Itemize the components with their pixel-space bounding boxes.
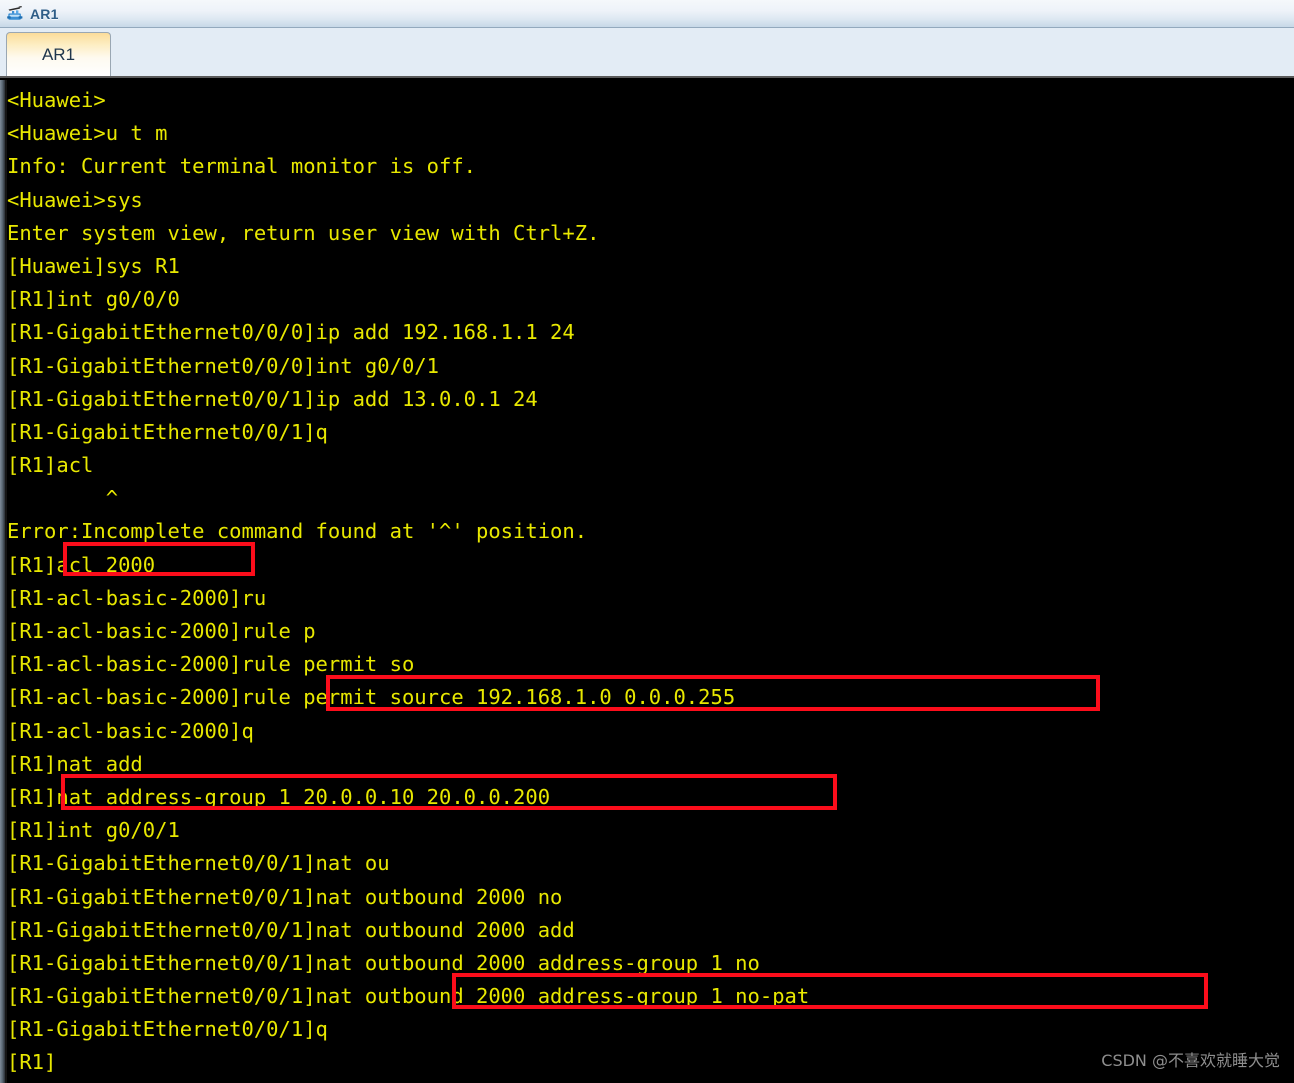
terminal-line: [R1-acl-basic-2000]ru xyxy=(7,585,267,610)
terminal-line: [R1-GigabitEthernet0/0/1]q xyxy=(7,419,328,444)
terminal-line: [R1]acl xyxy=(7,453,94,478)
window-title: AR1 xyxy=(30,5,59,22)
tab-strip: AR1 xyxy=(0,28,1294,78)
terminal-line: <Huawei>sys xyxy=(7,187,143,212)
terminal-line: [R1-GigabitEthernet0/0/1]nat ou xyxy=(7,851,390,876)
terminal-line: [Huawei]sys R1 xyxy=(7,253,180,278)
terminal-line: [R1]int g0/0/0 xyxy=(7,287,180,312)
terminal-panel[interactable]: <Huawei> <Huawei>u t m Info: Current termi… xyxy=(0,80,1294,1083)
tab-ar1[interactable]: AR1 xyxy=(6,32,111,76)
terminal-line: [R1-GigabitEthernet0/0/1]nat outbound 20… xyxy=(7,917,575,942)
terminal-line: [R1-acl-basic-2000]rule p xyxy=(7,619,316,643)
terminal-line: [R1-acl-basic-2000]rule permit source 19… xyxy=(7,685,736,710)
terminal-line: [R1-acl-basic-2000]rule permit so xyxy=(7,652,415,677)
terminal-line: [R1]acl 2000 xyxy=(7,552,156,577)
terminal-output: <Huawei> <Huawei>u t m Info: Current termi… xyxy=(7,84,1294,1080)
watermark-text: CSDN @不喜欢就睡大觉 xyxy=(1101,1051,1280,1070)
terminal-line: <Huawei> xyxy=(7,88,106,112)
terminal-line: Enter system view, return user view with… xyxy=(7,220,600,245)
terminal-line: [R1-GigabitEthernet0/0/1]nat outbound 20… xyxy=(7,950,760,975)
ensp-console-window: AR1 AR1 <Huawei> <Huawei>u t m Info: Curre… xyxy=(0,0,1294,1083)
terminal-line: [R1]nat add xyxy=(7,751,143,776)
terminal-line: [R1-GigabitEthernet0/0/1]q xyxy=(7,1017,328,1042)
terminal-line: [R1-acl-basic-2000]q xyxy=(7,718,254,743)
terminal-line: [R1-GigabitEthernet0/0/0]int g0/0/1 xyxy=(7,353,439,378)
terminal-line: [R1-GigabitEthernet0/0/1]ip add 13.0.0.1… xyxy=(7,386,538,411)
router-icon xyxy=(6,4,26,24)
terminal-line: <Huawei>u t m xyxy=(7,121,168,146)
terminal-line: ^ xyxy=(7,486,119,511)
terminal-line: [R1-GigabitEthernet0/0/1]nat outbound 20… xyxy=(7,984,810,1009)
terminal-line: Info: Current terminal monitor is off. xyxy=(7,154,476,179)
tab-ar1-label: AR1 xyxy=(41,44,76,64)
terminal-line: Error:Incomplete command found at '^' po… xyxy=(7,519,588,544)
terminal-line: [R1]int g0/0/1 xyxy=(7,818,180,843)
window-title-bar: AR1 xyxy=(0,0,1294,28)
terminal-line: [R1-GigabitEthernet0/0/0]ip add 192.168.… xyxy=(7,320,575,345)
terminal-line: [R1-GigabitEthernet0/0/1]nat outbound 20… xyxy=(7,884,563,909)
terminal-line: [R1]nat address-group 1 20.0.0.10 20.0.0… xyxy=(7,784,551,809)
